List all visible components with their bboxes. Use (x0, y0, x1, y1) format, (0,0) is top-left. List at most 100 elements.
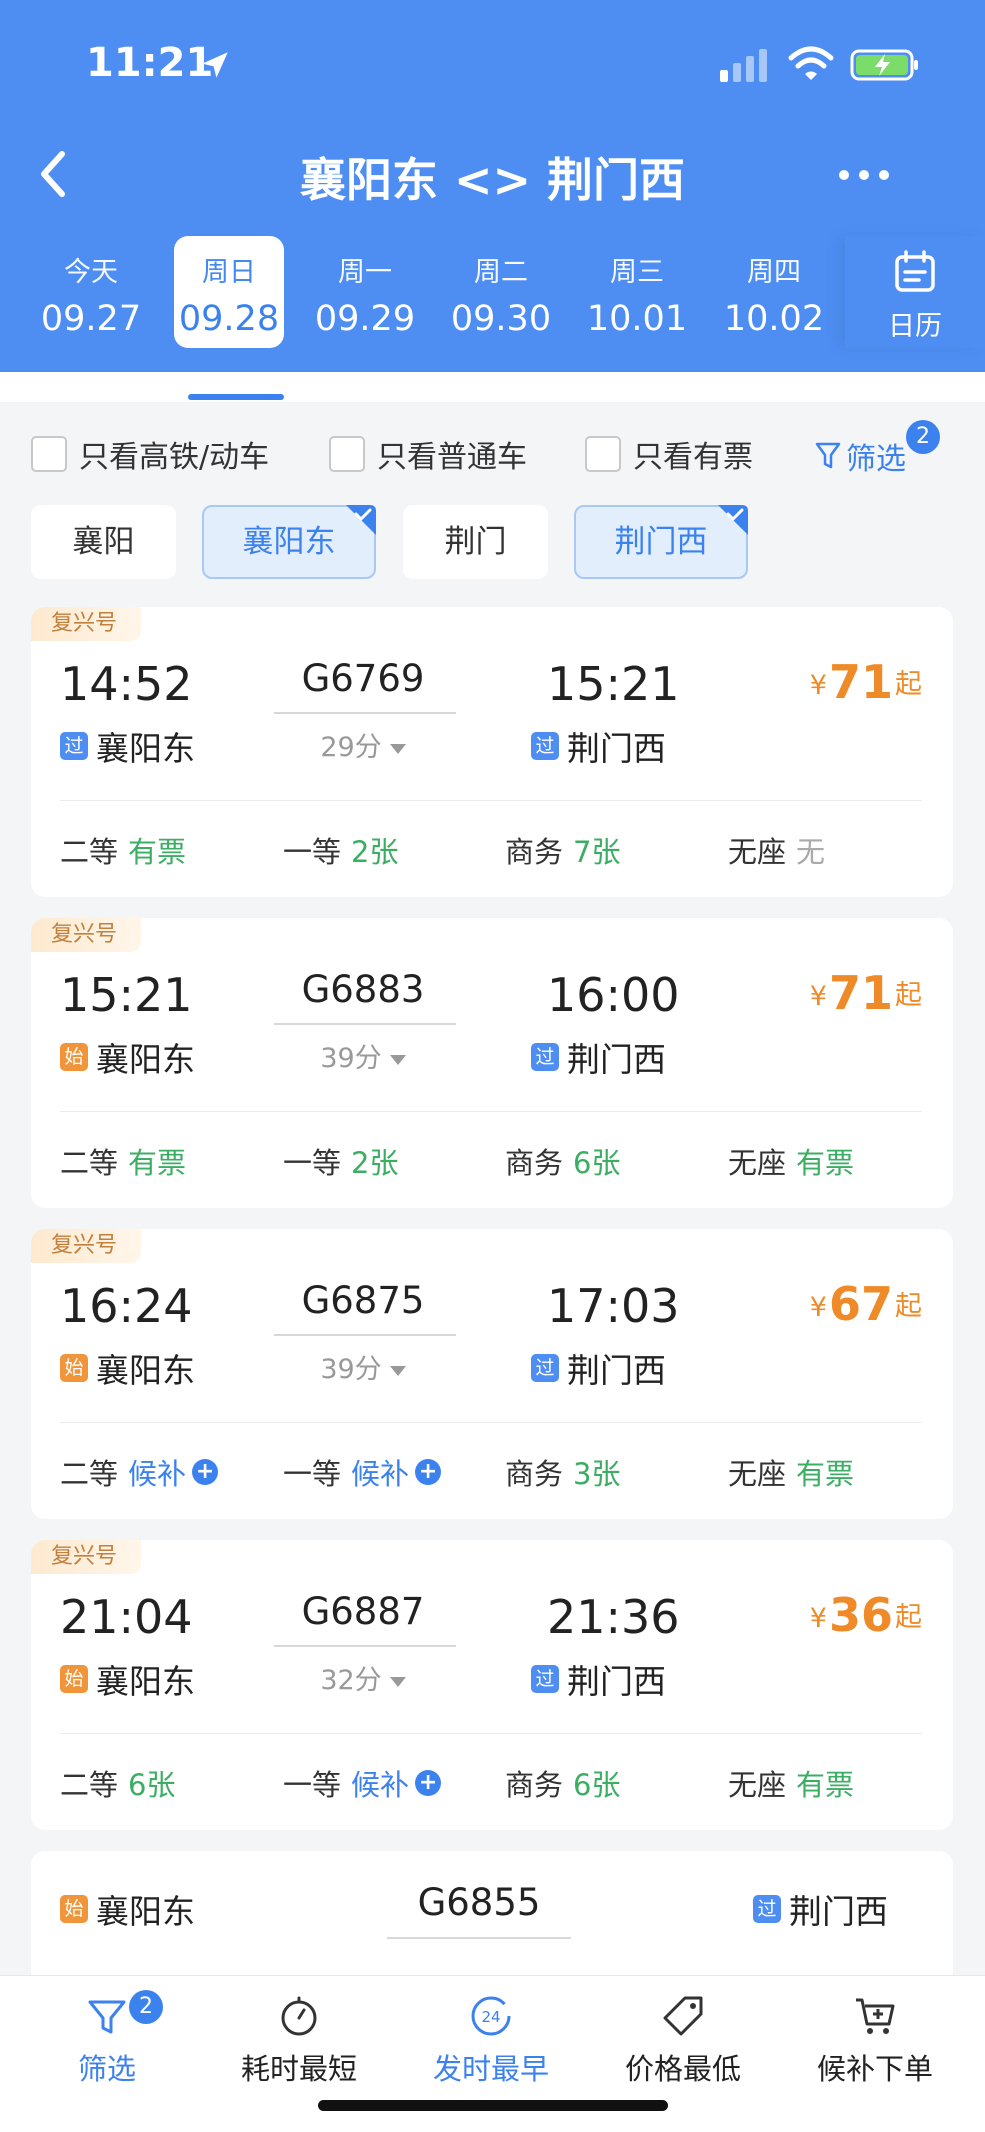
add-waitlist-icon[interactable]: + (192, 1459, 219, 1485)
date-tab-5[interactable]: 周四 10.02 (714, 236, 834, 348)
regular-only-checkbox[interactable]: 只看普通车 (329, 434, 527, 475)
train-type-tag: 复兴号 (31, 607, 141, 641)
to-station-name: 荆门西 (567, 1351, 666, 1390)
seat-value: 候补 (128, 1457, 187, 1491)
sort-cheapest-label: 价格最低 (624, 2052, 741, 2086)
date-tab-1-selected[interactable]: 周日 09.28 (174, 236, 284, 348)
train-number: G6875 (301, 1279, 425, 1322)
add-waitlist-icon[interactable]: + (415, 1459, 442, 1485)
sort-shortest-button[interactable]: 耗时最短 (204, 1994, 394, 2088)
seat-value: 无 (796, 835, 826, 869)
checkbox-icon (585, 436, 621, 472)
date-tab-0[interactable]: 今天 09.27 (31, 236, 151, 348)
train-number: G6883 (301, 968, 425, 1011)
date-weekday: 周三 (610, 257, 664, 288)
stopwatch-icon (281, 1996, 317, 2036)
date-tab-2[interactable]: 周一 09.29 (305, 236, 425, 348)
checkbox-label: 只看高铁/动车 (79, 440, 270, 475)
currency-symbol: ¥ (809, 1292, 827, 1323)
train-number: G6769 (301, 657, 425, 700)
duration-text: 32分 (320, 1665, 382, 1696)
cellular-signal-icon (720, 49, 767, 82)
seat-label: 商务 (505, 1146, 564, 1180)
pass-badge: 过 (531, 1354, 559, 1382)
station-chip-jingmenxi[interactable]: 荆门西 (574, 505, 748, 579)
filter-button[interactable]: 筛选 (814, 434, 906, 478)
pass-badge: 过 (531, 732, 559, 760)
seat-label: 二等 (60, 1768, 119, 1802)
seat-label: 二等 (60, 835, 119, 869)
seat-value: 有票 (128, 1146, 187, 1180)
funnel-icon (88, 2000, 126, 2034)
date-tab-4[interactable]: 周三 10.01 (577, 236, 697, 348)
seat-value: 6张 (128, 1768, 176, 1802)
calendar-button[interactable]: 日历 (845, 236, 985, 348)
seat-value: 候补 (351, 1457, 410, 1491)
waitlist-order-button[interactable]: 候补下单 (780, 1994, 970, 2088)
seat-label: 无座 (728, 1457, 787, 1491)
seat-first-class[interactable]: 一等 候补 + (283, 1762, 442, 1804)
header: 11:21 襄阳东 <> 荆门西 今天 09.27 周日 09.28 周一 09… (0, 0, 985, 372)
seat-label: 无座 (728, 835, 787, 869)
seat-label: 二等 (60, 1146, 119, 1180)
duration-toggle[interactable]: 39分 (271, 1036, 455, 1075)
price-tag-icon (663, 1996, 703, 2036)
seat-second-class: 二等 有票 (60, 829, 186, 871)
from-station-name: 襄阳东 (96, 1892, 195, 1931)
train-card[interactable]: 复兴号 14:52 G6769 29分 15:21 过襄阳东 过荆门西 ¥71 起… (31, 607, 953, 897)
sort-earliest-button[interactable]: 24 发时最早 (396, 1994, 586, 2088)
train-card[interactable]: 复兴号 16:24 G6875 39分 17:03 始襄阳东 过荆门西 ¥67 起… (31, 1229, 953, 1519)
bottom-filter-button[interactable]: 筛选 2 (12, 1990, 202, 2088)
duration-text: 39分 (320, 1043, 382, 1074)
filter-row: 只看高铁/动车 只看普通车 只看有票 筛选 (0, 420, 985, 486)
seat-label: 无座 (728, 1768, 787, 1802)
train-type-tag: 复兴号 (31, 918, 141, 952)
sort-cheapest-button[interactable]: 价格最低 (588, 1994, 778, 2088)
train-card[interactable]: 复兴号 21:04 G6887 32分 21:36 始襄阳东 过荆门西 ¥36 起… (31, 1540, 953, 1830)
depart-time: 15:21 (60, 968, 193, 1022)
high-speed-only-checkbox[interactable]: 只看高铁/动车 (31, 434, 270, 475)
train-card[interactable]: 始襄阳东 G6855 过荆门西 (31, 1851, 953, 1991)
funnel-icon (815, 442, 841, 469)
checkbox-label: 只看有票 (633, 440, 753, 475)
add-waitlist-icon[interactable]: + (415, 1770, 442, 1796)
station-chip-label: 荆门西 (614, 524, 708, 560)
seat-second-class[interactable]: 二等 候补 + (60, 1451, 219, 1493)
duration-toggle[interactable]: 39分 (271, 1347, 455, 1386)
price-value: 71 (828, 966, 893, 1020)
to-station: 过荆门西 (531, 722, 666, 770)
from-station: 始襄阳东 (60, 1344, 195, 1392)
price-suffix: 起 (895, 1291, 922, 1322)
duration-toggle[interactable]: 32分 (271, 1658, 455, 1697)
pass-badge: 过 (753, 1895, 781, 1923)
depart-time: 21:04 (60, 1590, 193, 1644)
more-dots-icon[interactable] (836, 160, 892, 190)
date-selector: 今天 09.27 周日 09.28 周一 09.29 周二 09.30 周三 1… (0, 236, 985, 348)
currency-symbol: ¥ (809, 670, 827, 701)
card-divider (60, 1111, 922, 1112)
station-chip-xiangyangdong[interactable]: 襄阳东 (202, 505, 376, 579)
train-card[interactable]: 复兴号 15:21 G6883 39分 16:00 始襄阳东 过荆门西 ¥71 起… (31, 918, 953, 1208)
to-station: 过荆门西 (753, 1885, 888, 1933)
station-chip-xiangyang[interactable]: 襄阳 (31, 505, 176, 579)
active-tab-indicator (188, 394, 284, 400)
train-number: G6887 (301, 1590, 425, 1633)
duration-toggle[interactable]: 29分 (271, 725, 455, 764)
pass-badge: 过 (531, 1665, 559, 1693)
seat-label: 二等 (60, 1457, 119, 1491)
currency-symbol: ¥ (809, 1603, 827, 1634)
station-chip-jingmen[interactable]: 荆门 (403, 505, 548, 579)
location-arrow-icon (202, 52, 228, 78)
date-value: 09.28 (178, 299, 280, 339)
seat-first-class[interactable]: 一等 候补 + (283, 1451, 442, 1493)
calendar-label: 日历 (888, 311, 942, 342)
seat-value: 有票 (796, 1768, 855, 1802)
available-only-checkbox[interactable]: 只看有票 (585, 434, 753, 475)
to-station-name: 荆门西 (567, 1662, 666, 1701)
origin-badge: 始 (60, 1895, 88, 1923)
seat-label: 商务 (505, 835, 564, 869)
date-weekday: 今天 (64, 257, 118, 288)
date-tab-3[interactable]: 周二 09.30 (441, 236, 561, 348)
to-station: 过荆门西 (531, 1344, 666, 1392)
seat-value: 6张 (573, 1146, 621, 1180)
